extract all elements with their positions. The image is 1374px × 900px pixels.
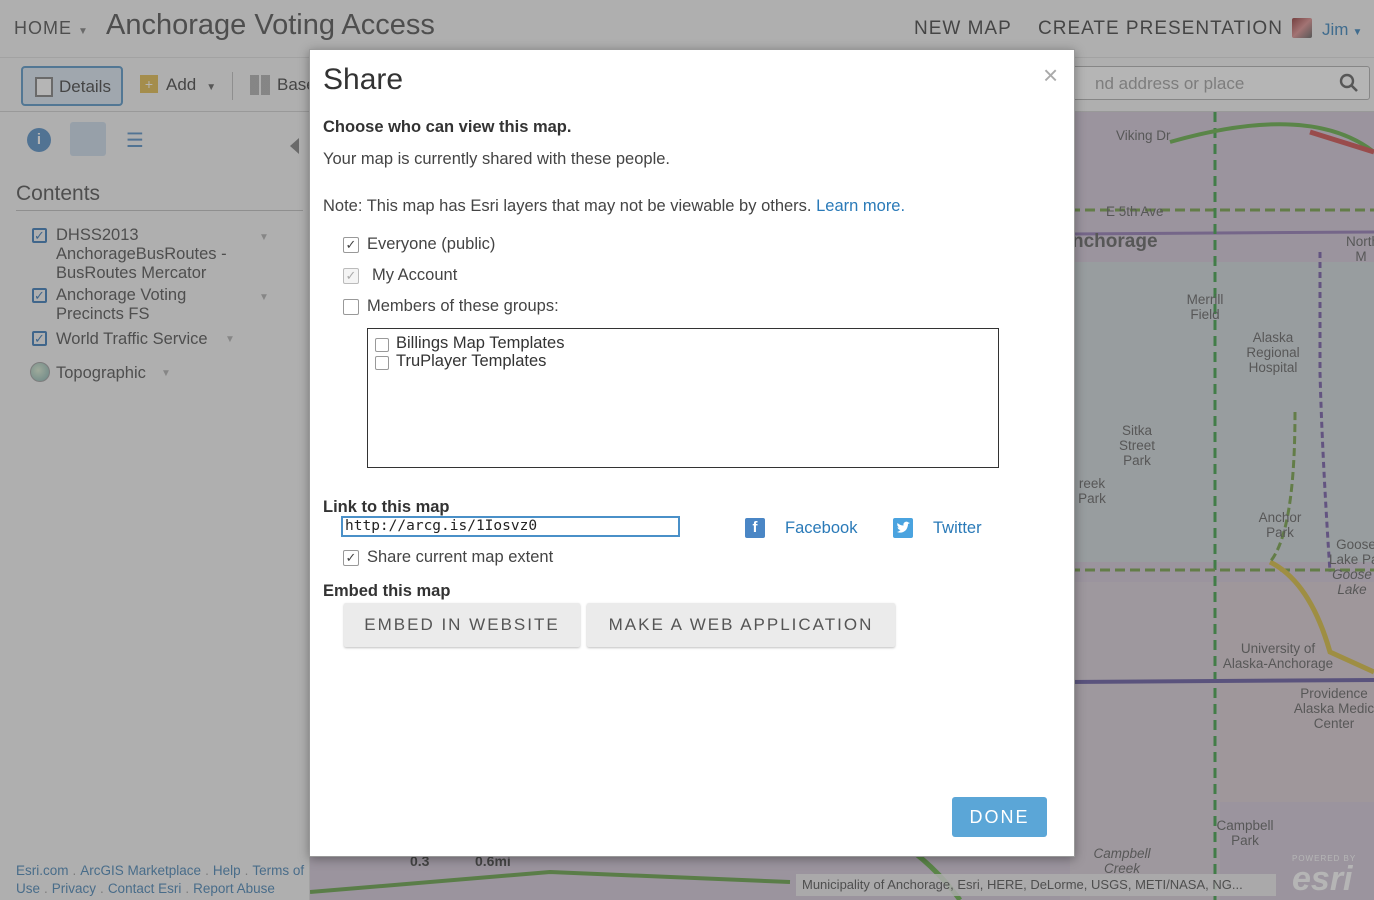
twitter-link[interactable]: Twitter <box>933 519 982 538</box>
share-extent-label: Share current map extent <box>367 548 554 566</box>
my-account-checkbox: ✓ <box>343 268 359 284</box>
facebook-icon[interactable]: f <box>745 518 765 538</box>
my-account-label: My Account <box>372 266 458 284</box>
link-heading: Link to this map <box>323 498 450 516</box>
make-web-application-button[interactable]: MAKE A WEB APPLICATION <box>587 603 895 647</box>
dialog-title: Share <box>323 63 404 96</box>
embed-in-website-button[interactable]: EMBED IN WEBSITE <box>344 603 580 647</box>
done-button[interactable]: DONE <box>952 797 1047 837</box>
members-checkbox[interactable] <box>343 299 359 315</box>
embed-heading: Embed this map <box>323 582 451 600</box>
shared-text: Your map is currently shared with these … <box>323 150 670 168</box>
note-message: Note: This map has Esri layers that may … <box>323 197 812 215</box>
everyone-label: Everyone (public) <box>367 235 496 253</box>
group-label: Billings Map Templates <box>396 334 565 352</box>
note-text: Note: This map has Esri layers that may … <box>323 197 905 216</box>
groups-list[interactable]: Billings Map Templates TruPlayer Templat… <box>367 328 999 468</box>
group-checkbox[interactable] <box>375 338 389 352</box>
twitter-icon[interactable] <box>893 518 913 538</box>
members-label: Members of these groups: <box>367 297 559 315</box>
group-label: TruPlayer Templates <box>396 352 547 370</box>
learn-more-link[interactable]: Learn more. <box>816 197 905 215</box>
who-heading: Choose who can view this map. <box>323 118 572 136</box>
share-extent-checkbox[interactable]: ✓ <box>343 550 359 566</box>
group-checkbox[interactable] <box>375 356 389 370</box>
share-dialog: Share × Choose who can view this map. Yo… <box>309 49 1075 857</box>
facebook-link[interactable]: Facebook <box>785 519 857 538</box>
everyone-checkbox[interactable]: ✓ <box>343 237 359 253</box>
close-icon[interactable]: × <box>1043 60 1058 91</box>
map-link-field[interactable]: http://arcg.is/1Iosvz0 <box>341 516 680 537</box>
